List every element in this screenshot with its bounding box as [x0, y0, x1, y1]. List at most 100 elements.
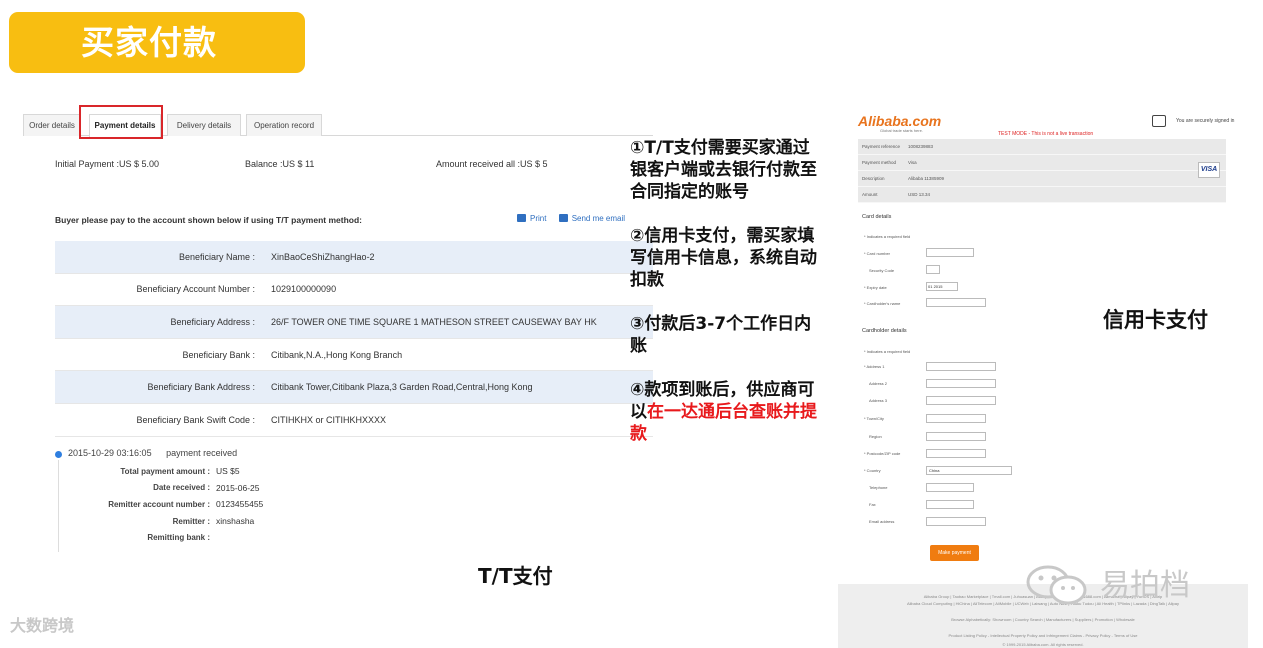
country-select[interactable]: China — [926, 466, 1012, 475]
email-icon — [558, 214, 568, 222]
tab-order-details[interactable]: Order details — [23, 114, 81, 136]
row-label: Beneficiary Name : — [178, 251, 255, 262]
footer-line: Browse Alphabetically: Showroom | Countr… — [951, 617, 1135, 622]
send-email-label[interactable]: Send me email — [572, 214, 625, 223]
field-label: * Town/City — [864, 416, 884, 421]
logo-tagline: Global trade starts here. — [880, 128, 923, 133]
field-label: Address 2 — [869, 381, 888, 386]
field-label: * Postcode/ZIP code — [864, 451, 901, 456]
timeline-details: Total payment amount : US $5 Date receive… — [83, 463, 263, 546]
note-line: 扣款 — [630, 270, 664, 290]
timeline-line — [58, 460, 59, 552]
expiry-select[interactable]: 01 2015 — [926, 282, 958, 291]
summary-label: Payment method — [862, 160, 897, 165]
timeline-dot — [55, 451, 62, 458]
detail-label: Total payment amount : — [120, 466, 210, 476]
tab-operation-record[interactable]: Operation record — [246, 114, 322, 136]
tt-caption: T/T支付 — [478, 564, 553, 588]
fax-input[interactable] — [926, 500, 974, 509]
expiry-year: 2015 — [933, 284, 943, 289]
print-link[interactable]: Print — [517, 214, 546, 223]
secure-text: You are securely signed in — [1176, 118, 1235, 124]
cardholder-name-input[interactable] — [926, 298, 986, 307]
table-row: Beneficiary Address : 26/F TOWER ONE TIM… — [55, 306, 653, 339]
summary-label: Payment reference — [862, 144, 901, 149]
address1-input[interactable] — [926, 362, 996, 371]
field-label: * Expiry date — [864, 285, 887, 290]
required-note: * Indicates a required field — [864, 349, 911, 354]
action-links: Print Send me email — [517, 214, 625, 223]
row-value: 1029100000090 — [271, 284, 337, 295]
detail-label: Date received : — [153, 483, 210, 493]
payment-notes: ①T/T支付需要买家通过 银客户端或去银行付款至 合同指定的账号 ②信用卡支付，… — [630, 137, 837, 445]
print-icon — [517, 214, 526, 222]
tt-instruction: Buyer please pay to the account shown be… — [55, 215, 362, 225]
secure-lock-icon — [1152, 115, 1166, 127]
list-item: Remitting bank : — [83, 529, 263, 546]
row-label: Beneficiary Bank Swift Code : — [136, 414, 255, 425]
initial-payment: Initial Payment :US $ 5.00 — [55, 159, 160, 169]
note-line: ③付款后3-7个工作日内 — [630, 314, 812, 334]
table-row: Beneficiary Bank Swift Code : CITIHKHX o… — [55, 404, 653, 437]
table-row: Beneficiary Account Number : 10291000000… — [55, 274, 653, 307]
timeline-header: 2015-10-29 03:16:05 payment received — [68, 448, 237, 458]
summary-label: Description — [862, 176, 885, 181]
telephone-input[interactable] — [926, 483, 974, 492]
visa-icon: VISA — [1198, 162, 1220, 178]
note-line: ②信用卡支付，需买家填 — [630, 226, 815, 246]
title-banner: 买家付款 — [9, 12, 305, 73]
required-note: * Indicates a required field — [864, 234, 911, 239]
row-label: Beneficiary Account Number : — [136, 284, 255, 295]
make-payment-button[interactable]: Make payment — [930, 545, 979, 561]
print-label[interactable]: Print — [530, 214, 546, 223]
row-label: Beneficiary Bank : — [182, 349, 255, 360]
note-line: ①T/T支付需要买家通过 — [630, 138, 810, 158]
summary-value: USD 13.34 — [908, 192, 931, 197]
banner-title: 买家付款 — [81, 23, 217, 62]
note-line: 账 — [630, 336, 647, 356]
address3-input[interactable] — [926, 396, 996, 405]
table-row: Beneficiary Bank Address : Citibank Towe… — [55, 371, 653, 404]
detail-value: 2015-06-25 — [216, 482, 260, 493]
email-input[interactable] — [926, 517, 986, 526]
address2-input[interactable] — [926, 379, 996, 388]
field-label: Address 3 — [869, 398, 888, 403]
cardholder-details-title: Cardholder details — [862, 328, 907, 334]
tab-delivery-details[interactable]: Delivery details — [167, 114, 241, 136]
note-text: 以 — [630, 402, 647, 422]
timeline-event: payment received — [166, 448, 238, 458]
summary-row: Payment method Visa — [858, 155, 1226, 171]
test-mode-notice: TEST MODE - This is not a live transacti… — [998, 131, 1094, 137]
field-label: Fax — [869, 502, 876, 507]
summary-value: Visa — [908, 160, 917, 165]
card-number-input[interactable] — [926, 248, 974, 257]
field-label: Region — [869, 434, 882, 439]
country-value: China — [929, 468, 940, 473]
expiry-month: 01 — [928, 284, 933, 289]
row-label: Beneficiary Bank Address : — [147, 382, 255, 393]
note-line: 以在一达通后台查账并提 — [630, 401, 837, 423]
postcode-input[interactable] — [926, 449, 986, 458]
region-input[interactable] — [926, 432, 986, 441]
field-label: * Address 1 — [864, 364, 885, 369]
beneficiary-table: Beneficiary Name : XinBaoCeShiZhangHao-2… — [55, 241, 653, 437]
row-value: XinBaoCeShiZhangHao-2 — [271, 251, 375, 262]
watermark-left: 大数跨境 — [10, 616, 75, 635]
town-input[interactable] — [926, 414, 986, 423]
detail-value: xinshasha — [216, 516, 255, 527]
watermark-right: 易拍档 — [1100, 568, 1190, 603]
balance: Balance :US $ 11 — [245, 159, 315, 169]
payment-summary: Payment reference 1008239883 Payment meth… — [858, 139, 1226, 203]
note-line: 合同指定的账号 — [630, 182, 749, 202]
tab-highlight-box — [79, 105, 163, 139]
table-row: Beneficiary Name : XinBaoCeShiZhangHao-2 — [55, 241, 653, 274]
security-code-input[interactable] — [926, 265, 940, 274]
summary-row: Payment reference 1008239883 — [858, 139, 1226, 155]
row-label: Beneficiary Address : — [170, 316, 255, 327]
summary-value: 1008239883 — [908, 144, 934, 149]
send-email-link[interactable]: Send me email — [558, 214, 625, 223]
amount-received: Amount received all :US $ 5 — [436, 159, 548, 169]
note-line: ④款项到账后，供应商可 — [630, 380, 815, 400]
list-item: Total payment amount : US $5 — [83, 463, 263, 480]
wechat-icon — [1026, 565, 1087, 605]
